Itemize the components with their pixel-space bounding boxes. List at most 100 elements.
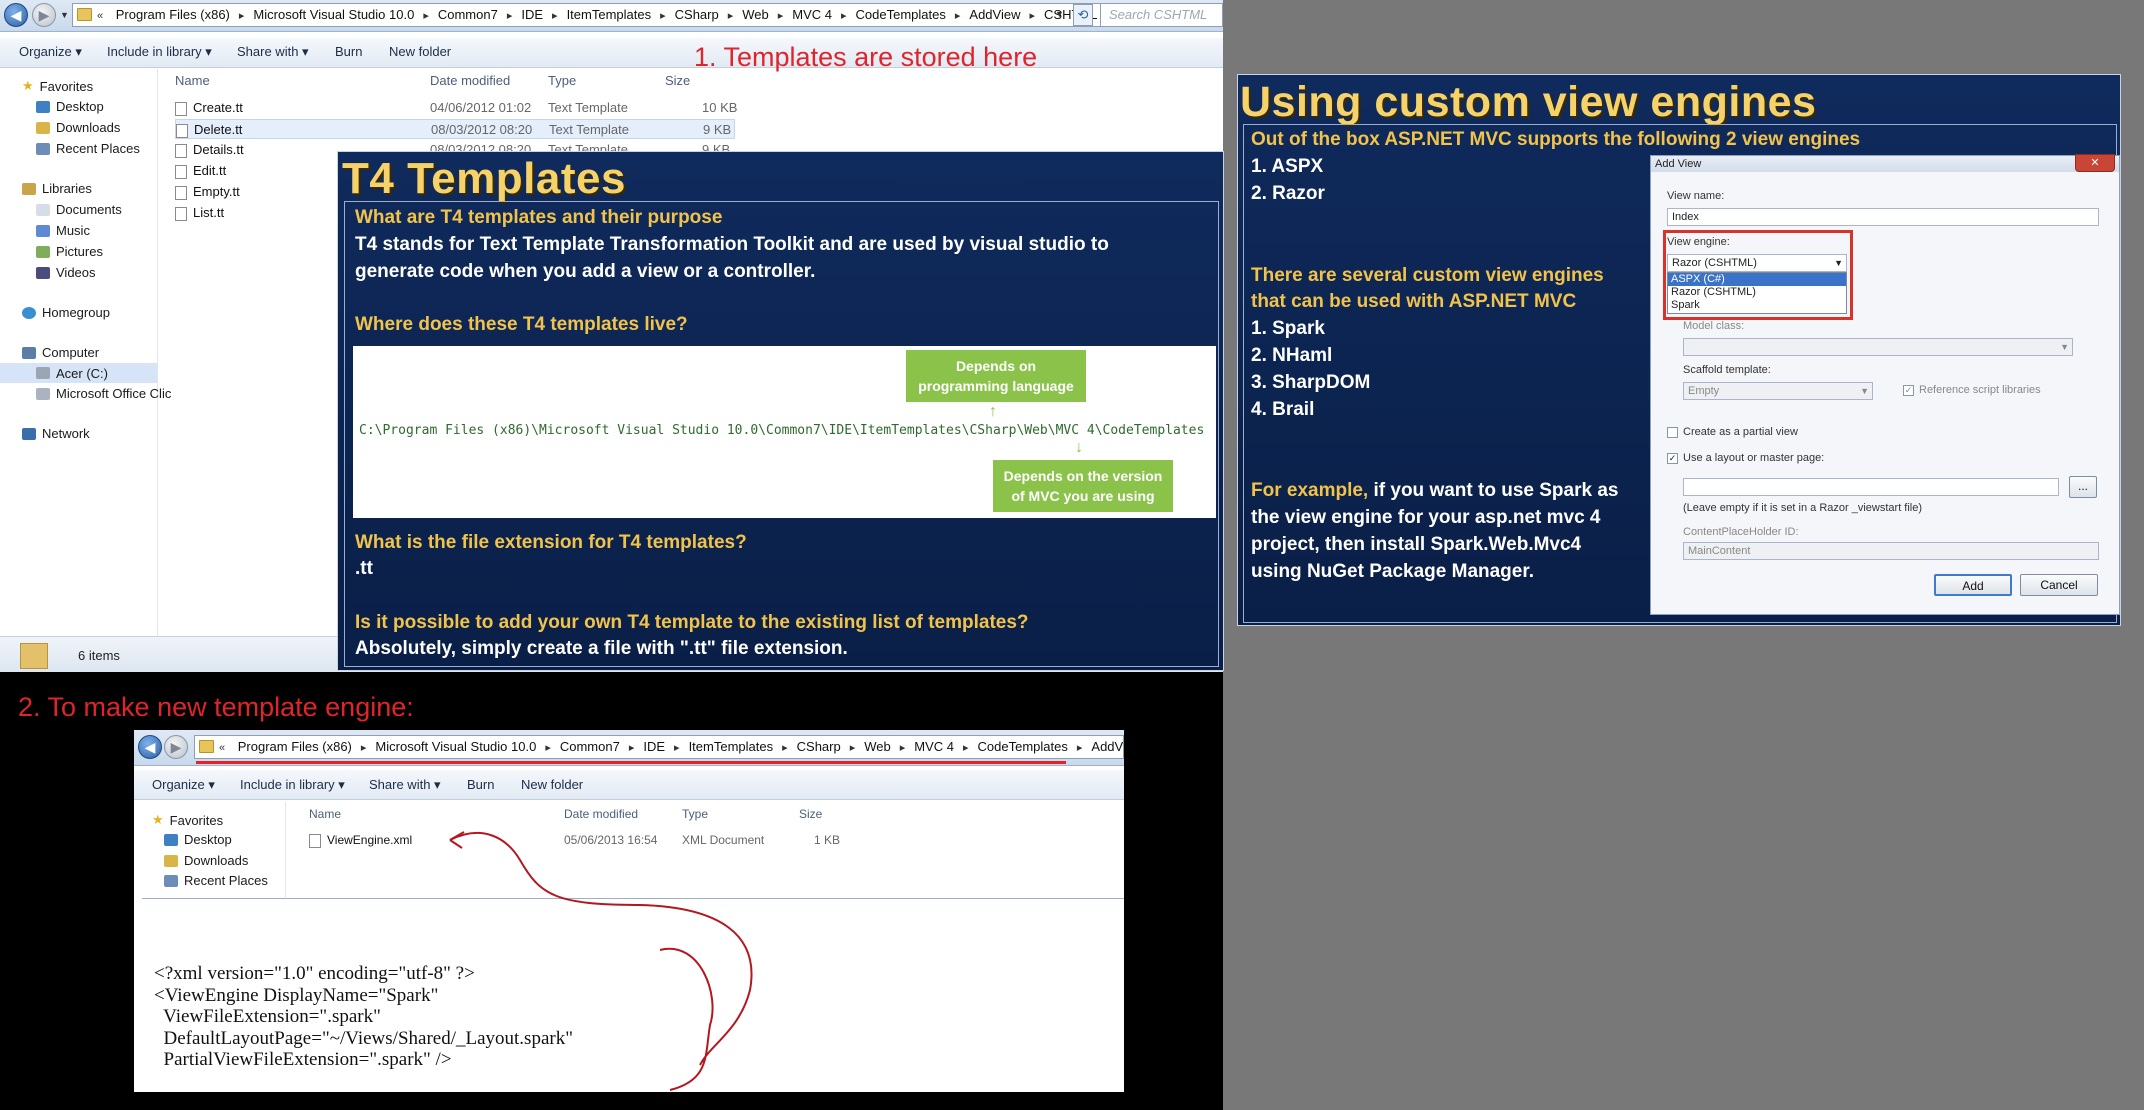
col-date[interactable]: Date modified <box>430 73 510 88</box>
nav-libraries[interactable]: Libraries <box>22 181 92 196</box>
include-library-button-2[interactable]: Include in library ▾ <box>240 777 345 793</box>
col-type[interactable]: Type <box>548 73 576 88</box>
nav2-desktop[interactable]: Desktop <box>164 832 232 847</box>
nav-pictures[interactable]: Pictures <box>36 244 103 259</box>
engine-option-razor[interactable]: Razor (CSHTML) <box>1668 286 1846 299</box>
file-row[interactable]: Create.tt 04/06/2012 01:02 Text Template 10… <box>175 98 737 118</box>
burn-button[interactable]: Burn <box>335 44 362 59</box>
recent-pages-icon[interactable]: ▼ <box>60 10 69 20</box>
col2-size[interactable]: Size <box>799 807 822 821</box>
overflow-chevron-icon[interactable]: « <box>97 5 103 26</box>
breadcrumb-segment[interactable]: CodeTemplates <box>856 4 946 26</box>
breadcrumb-chevron-icon[interactable]: ▸ <box>660 5 666 26</box>
path-box-2[interactable]: « Program Files (x86) ▸ Microsoft Visual S… <box>194 735 1124 759</box>
search-input[interactable]: Search CSHTML <box>1100 3 1223 27</box>
model-class-select[interactable]: ▼ <box>1683 338 2073 356</box>
nav-homegroup[interactable]: Homegroup <box>22 305 110 320</box>
breadcrumb-segment[interactable]: AddView <box>1091 736 1123 758</box>
breadcrumb-chevron-icon[interactable]: ▸ <box>674 737 680 758</box>
nav-downloads[interactable]: Downloads <box>36 120 120 135</box>
breadcrumb-chevron-icon[interactable]: ▸ <box>841 5 847 26</box>
share-with-button-2[interactable]: Share with ▾ <box>369 777 441 793</box>
overflow-chevron-icon-2[interactable]: « <box>219 737 225 758</box>
breadcrumb-chevron-icon[interactable]: ▸ <box>507 5 513 26</box>
nav-documents[interactable]: Documents <box>36 202 122 217</box>
col-name[interactable]: Name <box>175 73 210 88</box>
breadcrumb-segment[interactable]: AddView <box>969 4 1020 26</box>
view-engine-select[interactable]: Razor (CSHTML) ▼ <box>1667 254 1847 272</box>
breadcrumb-segment[interactable]: Common7 <box>438 4 498 26</box>
engine-option-spark[interactable]: Spark <box>1668 299 1846 312</box>
burn-button-2[interactable]: Burn <box>467 777 494 792</box>
breadcrumb-segment[interactable]: CSharp <box>675 4 719 26</box>
breadcrumb-chevron-icon[interactable]: ▸ <box>782 737 788 758</box>
breadcrumb-chevron-icon[interactable]: ▸ <box>963 737 969 758</box>
breadcrumb-segment[interactable]: ItemTemplates <box>567 4 652 26</box>
nav-favorites[interactable]: ★ Favorites <box>22 78 93 94</box>
breadcrumb-segment[interactable]: ItemTemplates <box>689 736 774 758</box>
scaffold-select[interactable]: Empty ▼ <box>1683 382 1873 400</box>
breadcrumb-segment[interactable]: Web <box>742 4 769 26</box>
breadcrumb-segment[interactable]: Microsoft Visual Studio 10.0 <box>253 4 414 26</box>
breadcrumb-segment[interactable]: Web <box>864 736 891 758</box>
path-dropdown-icon[interactable]: ▼ <box>1055 9 1064 19</box>
nav2-downloads[interactable]: Downloads <box>164 853 248 868</box>
partial-view-checkbox[interactable] <box>1667 427 1678 438</box>
breadcrumb-chevron-icon[interactable]: ▸ <box>900 737 906 758</box>
nav2-recent[interactable]: Recent Places <box>164 873 268 888</box>
nav-recent[interactable]: Recent Places <box>36 141 140 156</box>
breadcrumb-segment[interactable]: Program Files (x86) <box>238 736 352 758</box>
file-row[interactable]: Delete.tt 08/03/2012 08:20 Text Template 9 … <box>175 119 735 139</box>
back-button[interactable]: ◀ <box>4 3 28 27</box>
breadcrumb-chevron-icon[interactable]: ▸ <box>545 737 551 758</box>
use-layout-checkbox[interactable]: ✓ <box>1667 453 1678 464</box>
new-folder-button[interactable]: New folder <box>389 44 451 59</box>
nav2-favorites[interactable]: ★ Favorites <box>152 812 223 828</box>
browse-button[interactable]: ... <box>2069 476 2097 498</box>
breadcrumb-chevron-icon[interactable]: ▸ <box>552 5 558 26</box>
breadcrumb-chevron-icon[interactable]: ▸ <box>629 737 635 758</box>
breadcrumb-chevron-icon[interactable]: ▸ <box>1029 5 1035 26</box>
forward-button-2[interactable]: ▶ <box>164 735 188 759</box>
nav-computer[interactable]: Computer <box>22 345 99 360</box>
breadcrumb-chevron-icon[interactable]: ▸ <box>239 5 245 26</box>
include-library-button[interactable]: Include in library ▾ <box>107 44 212 60</box>
breadcrumb-segment[interactable]: Microsoft Visual Studio 10.0 <box>375 736 536 758</box>
layout-input[interactable] <box>1683 478 2059 496</box>
nav-office[interactable]: Microsoft Office Clic <box>36 386 171 401</box>
breadcrumb-segment[interactable]: IDE <box>521 4 543 26</box>
organize-button-2[interactable]: Organize ▾ <box>152 777 215 793</box>
new-folder-button-2[interactable]: New folder <box>521 777 583 792</box>
placeholder-input[interactable]: MainContent <box>1683 542 2099 560</box>
path-box[interactable]: « Program Files (x86) ▸ Microsoft Visual S… <box>72 3 1107 27</box>
view-name-input[interactable]: Index <box>1667 208 2099 226</box>
engine-option-aspx[interactable]: ASPX (C#) <box>1668 273 1846 286</box>
nav-network[interactable]: Network <box>22 426 90 441</box>
breadcrumb-segment[interactable]: MVC 4 <box>914 736 954 758</box>
nav-videos[interactable]: Videos <box>36 265 96 280</box>
breadcrumb-segment[interactable]: CSharp <box>797 736 841 758</box>
nav-music[interactable]: Music <box>36 223 90 238</box>
breadcrumb-chevron-icon[interactable]: ▸ <box>955 5 961 26</box>
add-button[interactable]: Add <box>1934 574 2012 596</box>
breadcrumb-chevron-icon[interactable]: ▸ <box>423 5 429 26</box>
breadcrumb-segment[interactable]: Common7 <box>560 736 620 758</box>
share-with-button[interactable]: Share with ▾ <box>237 44 309 60</box>
cancel-button[interactable]: Cancel <box>2020 574 2098 596</box>
reference-scripts-checkbox[interactable]: ✓ <box>1903 385 1914 396</box>
breadcrumb-segment[interactable]: Program Files (x86) <box>116 4 230 26</box>
breadcrumb-segment[interactable]: CodeTemplates <box>978 736 1068 758</box>
col-size[interactable]: Size <box>665 73 690 88</box>
back-button-2[interactable]: ◀ <box>138 735 162 759</box>
refresh-icon[interactable]: ⟲ <box>1073 4 1093 26</box>
breadcrumb-segment[interactable]: IDE <box>643 736 665 758</box>
breadcrumb-chevron-icon[interactable]: ▸ <box>850 737 856 758</box>
breadcrumb-chevron-icon[interactable]: ▸ <box>1077 737 1083 758</box>
breadcrumb-chevron-icon[interactable]: ▸ <box>728 5 734 26</box>
nav-desktop[interactable]: Desktop <box>36 99 104 114</box>
breadcrumb-chevron-icon[interactable]: ▸ <box>778 5 784 26</box>
col2-name[interactable]: Name <box>309 807 341 821</box>
breadcrumb-chevron-icon[interactable]: ▸ <box>361 737 367 758</box>
organize-button[interactable]: Organize ▾ <box>19 44 82 60</box>
close-icon[interactable]: ✕ <box>2075 154 2115 172</box>
